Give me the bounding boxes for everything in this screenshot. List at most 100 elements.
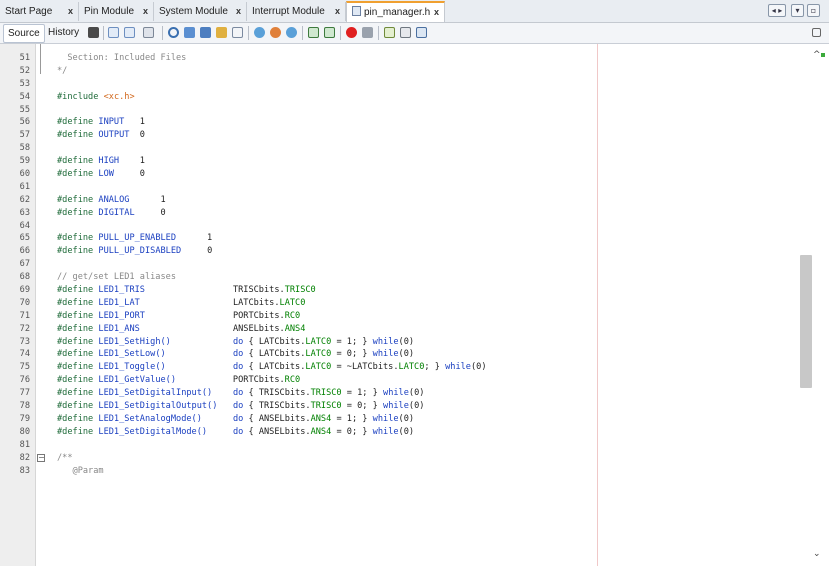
code-text: Section: Included Files	[57, 53, 187, 63]
code-line[interactable]: 71 #define LED1_PORT PORTCbits.RC0	[0, 310, 800, 323]
close-icon[interactable]: x	[434, 3, 439, 22]
code-line[interactable]: 53	[0, 78, 800, 91]
code-line[interactable]: 56 #define INPUT 1	[0, 116, 800, 129]
maximize-icon[interactable]: ▫	[807, 4, 820, 17]
code-editor[interactable]: 51 Section: Included Files 52 */53 54 #inclu…	[0, 44, 829, 566]
line-number: 65	[19, 233, 30, 244]
close-icon[interactable]: x	[335, 2, 340, 21]
tab-pin-module[interactable]: Pin Module x	[79, 2, 154, 21]
code-text: #define LED1_SetLow() do { LATCbits.LATC…	[57, 349, 415, 360]
close-icon[interactable]: x	[236, 2, 241, 21]
forward-icon[interactable]	[124, 27, 135, 38]
code-line[interactable]: 63 #define DIGITAL 0	[0, 207, 800, 220]
code-line[interactable]: 65 #define PULL_UP_ENABLED 1	[0, 232, 800, 245]
code-line[interactable]: 70 #define LED1_LAT LATCbits.LATC0	[0, 297, 800, 310]
find-previous-icon[interactable]	[184, 27, 195, 38]
last-edit-icon[interactable]	[88, 27, 99, 38]
tab-label: Start Page	[5, 6, 53, 17]
code-line[interactable]: 73 #define LED1_SetHigh() do { LATCbits.L…	[0, 336, 800, 349]
toolbar-separator	[378, 26, 379, 40]
previous-bookmark-icon[interactable]	[254, 27, 265, 38]
line-number: 82	[19, 452, 30, 463]
close-icon[interactable]: x	[143, 2, 148, 21]
line-number: 51	[19, 53, 30, 63]
search-icon[interactable]	[168, 27, 179, 38]
code-line[interactable]: 59 #define HIGH 1	[0, 155, 800, 168]
toolbar-separator	[302, 26, 303, 40]
code-line[interactable]: 57 #define OUTPUT 0	[0, 129, 800, 142]
toolbar-separator	[162, 26, 163, 40]
tab-history[interactable]: History	[44, 24, 83, 41]
start-macro-recording-icon[interactable]	[346, 27, 357, 38]
next-bookmark-icon[interactable]	[270, 27, 281, 38]
code-text: #define LED1_Toggle() do { LATCbits.LATC…	[57, 362, 487, 373]
tab-pin-manager-h[interactable]: pin_manager.h x	[346, 1, 445, 22]
uncomment-icon[interactable]	[400, 27, 411, 38]
code-line[interactable]: 58	[0, 142, 800, 155]
scroll-up-icon[interactable]: ^	[813, 50, 821, 60]
code-line[interactable]: 76 #define LED1_GetValue() PORTCbits.RC0	[0, 374, 800, 387]
code-line[interactable]: 80 #define LED1_SetDigitalMode() do { ANS…	[0, 426, 800, 439]
line-number: 79	[19, 413, 30, 424]
comment-icon[interactable]	[384, 27, 395, 38]
scrollbar-thumb[interactable]	[800, 255, 812, 388]
code-line[interactable]: 75 #define LED1_Toggle() do { LATCbits.LA…	[0, 361, 800, 374]
line-number: 56	[19, 117, 30, 128]
code-line[interactable]: 61	[0, 181, 800, 194]
toggle-bookmark-icon[interactable]	[286, 27, 297, 38]
line-number: 61	[19, 181, 30, 192]
code-line[interactable]: 54 #include <xc.h>	[0, 91, 800, 104]
chevron-down-icon[interactable]: ▾	[791, 4, 804, 17]
code-line[interactable]: 78 #define LED1_SetDigitalOutput() do { T…	[0, 400, 800, 413]
code-line[interactable]: 77 #define LED1_SetDigitalInput() do { TR…	[0, 387, 800, 400]
toggle-highlight-icon[interactable]	[216, 27, 227, 38]
tab-label: Interrupt Module	[252, 6, 325, 17]
code-text: #define LED1_SetDigitalOutput() do { TRI…	[57, 401, 425, 412]
line-number: 55	[19, 104, 30, 115]
shift-left-icon[interactable]	[308, 27, 319, 38]
toggle-rectangular-selection-icon[interactable]	[232, 27, 243, 38]
code-line[interactable]: 72 #define LED1_ANS ANSELbits.ANS4	[0, 323, 800, 336]
back-icon[interactable]	[108, 27, 119, 38]
code-line[interactable]: 68 // get/set LED1 aliases	[0, 271, 800, 284]
editor-toolbar: Source History	[0, 23, 829, 44]
code-text: #define PULL_UP_DISABLED 0	[57, 246, 213, 257]
code-line[interactable]: 55	[0, 104, 800, 117]
history-dropdown-icon[interactable]	[143, 27, 154, 38]
diff-icon[interactable]	[416, 27, 427, 38]
scroll-tabs-icon[interactable]: ◂ ▸	[768, 4, 786, 17]
tab-start-page[interactable]: Start Page x	[0, 2, 79, 21]
code-line[interactable]: 60 #define LOW 0	[0, 168, 800, 181]
find-next-icon[interactable]	[200, 27, 211, 38]
stop-macro-recording-icon[interactable]	[362, 27, 373, 38]
tab-label: Pin Module	[84, 6, 135, 17]
code-line[interactable]: 79 #define LED1_SetAnalogMode() do { ANSE…	[0, 413, 800, 426]
split-window-icon[interactable]	[812, 28, 821, 37]
line-number: 78	[19, 401, 30, 412]
code-line[interactable]: 62 #define ANALOG 1	[0, 194, 800, 207]
code-line[interactable]: 74 #define LED1_SetLow() do { LATCbits.LA…	[0, 348, 800, 361]
scroll-down-icon[interactable]: ⌄	[813, 549, 821, 559]
code-line[interactable]: 82 /** −	[0, 452, 800, 465]
code-line[interactable]: 51 Section: Included Files	[0, 52, 800, 65]
code-line[interactable]: 66 #define PULL_UP_DISABLED 0	[0, 245, 800, 258]
code-text: /**	[57, 452, 73, 463]
code-line[interactable]: 64	[0, 220, 800, 233]
fold-toggle-icon[interactable]: −	[37, 453, 45, 462]
code-line[interactable]: 52 */	[0, 65, 800, 78]
tab-source[interactable]: Source	[3, 24, 45, 43]
tab-system-module[interactable]: System Module x	[154, 2, 247, 21]
close-icon[interactable]: x	[68, 2, 73, 21]
line-number: 68	[19, 272, 30, 283]
line-number: 71	[19, 310, 30, 321]
code-line[interactable]: 67	[0, 258, 800, 271]
code-line[interactable]: 83 @Param	[0, 465, 800, 478]
code-line[interactable]: 69 #define LED1_TRIS TRISCbits.TRISC0	[0, 284, 800, 297]
shift-right-icon[interactable]	[324, 27, 335, 38]
code-line[interactable]: 81	[0, 439, 800, 452]
toolbar-separator	[340, 26, 341, 40]
code-text: #define DIGITAL 0	[57, 207, 166, 218]
line-number: 53	[19, 78, 30, 89]
code-text: #define LED1_SetHigh() do { LATCbits.LAT…	[57, 336, 415, 347]
tab-interrupt-module[interactable]: Interrupt Module x	[247, 2, 346, 21]
